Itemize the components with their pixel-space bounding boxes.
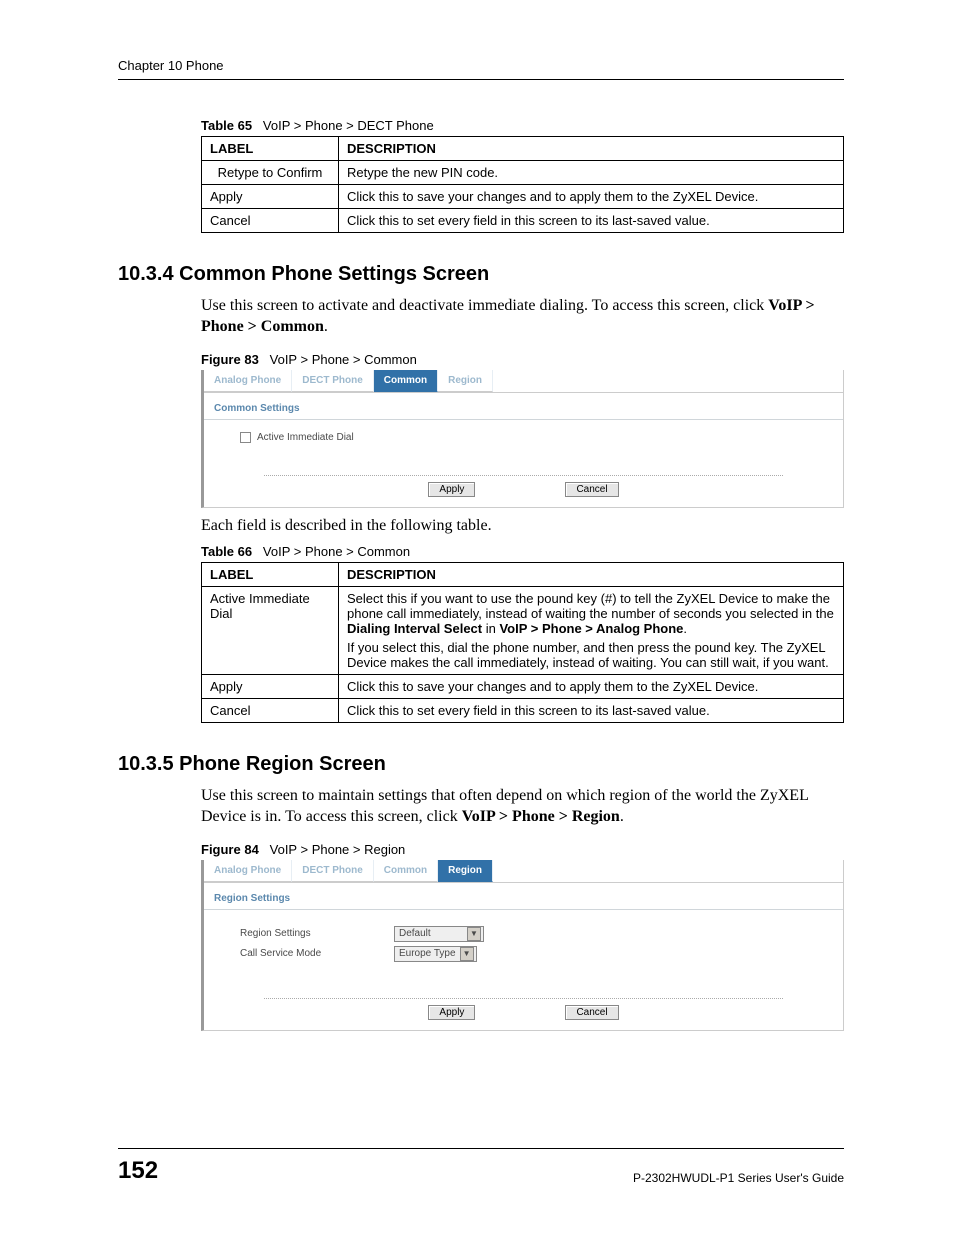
t66-r0-p1-post: . [683,621,687,636]
table66-r2-label: Cancel [202,699,339,723]
figure84-section-title: Region Settings [204,885,843,910]
call-service-mode-value: Europe Type [399,948,456,959]
table66-caption: Table 66 VoIP > Phone > Common [201,544,844,559]
t66-r0-p1-b1: Dialing Interval Select [347,621,482,636]
table-row: Active Immediate Dial Select this if you… [202,587,844,675]
figure83-buttons: Apply Cancel [204,482,843,507]
table65-caption-text: VoIP > Phone > DECT Phone [263,118,434,133]
table65-caption-label: Table 65 [201,118,252,133]
tab-region[interactable]: Region [438,370,493,392]
tab-common[interactable]: Common [374,860,438,882]
table66-head-label: LABEL [202,563,339,587]
tab-analog-phone[interactable]: Analog Phone [204,860,292,882]
intro-post-1035: . [620,808,624,825]
cancel-button[interactable]: Cancel [565,482,618,497]
table66-r1-label: Apply [202,675,339,699]
t66-r0-p1-mid: in [482,621,499,636]
table65-r0-desc: Retype the new PIN code. [339,161,844,185]
table66-r0-desc: Select this if you want to use the pound… [339,587,844,675]
figure84-caption: Figure 84 VoIP > Phone > Region [201,842,844,857]
intro-pre: Use this screen to activate and deactiva… [201,297,768,314]
figure84-buttons: Apply Cancel [204,1005,843,1030]
t66-r0-p1-b2: VoIP > Phone > Analog Phone [499,621,683,636]
table66-caption-label: Table 66 [201,544,252,559]
figure83-section-title: Common Settings [204,395,843,420]
section-1035-heading: 10.3.5 Phone Region Screen [118,753,844,776]
region-settings-value: Default [399,928,431,939]
active-immediate-dial-row: Active Immediate Dial [240,432,823,443]
figure84-caption-text: VoIP > Phone > Region [270,842,406,857]
tab-analog-phone[interactable]: Analog Phone [204,370,292,392]
figure83-tabs: Analog Phone DECT Phone Common Region [204,370,843,393]
call-service-mode-row: Call Service Mode Europe Type ▼ [240,946,823,962]
table65-head-desc: DESCRIPTION [339,137,844,161]
table65-caption: Table 65 VoIP > Phone > DECT Phone [201,118,844,133]
region-settings-row: Region Settings Default ▼ [240,926,823,942]
table66: LABEL DESCRIPTION Active Immediate Dial … [201,562,844,723]
apply-button[interactable]: Apply [428,1005,475,1020]
table66-r2-desc: Click this to set every field in this sc… [339,699,844,723]
active-immediate-dial-label: Active Immediate Dial [257,432,354,443]
table65-r2-label: Cancel [202,209,339,233]
table-row: Apply Click this to save your changes an… [202,675,844,699]
call-service-mode-select[interactable]: Europe Type ▼ [394,946,477,962]
section-1034-intro: Use this screen to activate and deactiva… [201,296,844,338]
table-row: Retype to Confirm Retype the new PIN cod… [202,161,844,185]
table65-r1-desc: Click this to save your changes and to a… [339,185,844,209]
page-footer: 152 P-2302HWUDL-P1 Series User's Guide [118,1148,844,1185]
table66-caption-text: VoIP > Phone > Common [263,544,410,559]
figure83-caption-text: VoIP > Phone > Common [270,352,417,367]
divider [264,998,783,999]
chapter-label: Chapter 10 Phone [118,58,224,73]
table-row: Cancel Click this to set every field in … [202,209,844,233]
tab-dect-phone[interactable]: DECT Phone [292,370,374,392]
active-immediate-dial-checkbox[interactable] [240,432,251,443]
intro-post: . [324,318,328,335]
region-settings-select[interactable]: Default ▼ [394,926,484,942]
table65: LABEL DESCRIPTION Retype to Confirm Rety… [201,136,844,233]
figure84-caption-label: Figure 84 [201,842,259,857]
figure83-ui: Analog Phone DECT Phone Common Region Co… [201,370,844,508]
table-row: Cancel Click this to set every field in … [202,699,844,723]
table66-r1-desc: Click this to save your changes and to a… [339,675,844,699]
chevron-down-icon: ▼ [467,927,481,941]
tab-common[interactable]: Common [374,370,438,392]
after-fig83-text: Each field is described in the following… [201,516,844,537]
cancel-button[interactable]: Cancel [565,1005,618,1020]
table65-r2-desc: Click this to set every field in this sc… [339,209,844,233]
figure83-caption-label: Figure 83 [201,352,259,367]
figure84-ui: Analog Phone DECT Phone Common Region Re… [201,860,844,1031]
page-number: 152 [118,1157,158,1185]
tab-dect-phone[interactable]: DECT Phone [292,860,374,882]
tab-region[interactable]: Region [438,860,493,882]
table65-r0-label: Retype to Confirm [202,161,339,185]
section-1034-heading: 10.3.4 Common Phone Settings Screen [118,263,844,286]
call-service-mode-label: Call Service Mode [240,948,394,959]
apply-button[interactable]: Apply [428,482,475,497]
table65-r1-label: Apply [202,185,339,209]
figure84-tabs: Analog Phone DECT Phone Common Region [204,860,843,883]
divider [264,475,783,476]
t66-r0-p1-pre: Select this if you want to use the pound… [347,591,834,621]
figure83-caption: Figure 83 VoIP > Phone > Common [201,352,844,367]
t66-r0-p2: If you select this, dial the phone numbe… [347,640,835,670]
section-1035-intro: Use this screen to maintain settings tha… [201,786,844,828]
table66-r0-label: Active Immediate Dial [202,587,339,675]
intro-bold-1035: VoIP > Phone > Region [462,808,620,825]
guide-title: P-2302HWUDL-P1 Series User's Guide [633,1171,844,1185]
chevron-down-icon: ▼ [460,947,474,961]
table66-head-desc: DESCRIPTION [339,563,844,587]
region-settings-label: Region Settings [240,928,394,939]
table65-head-label: LABEL [202,137,339,161]
table-row: Apply Click this to save your changes an… [202,185,844,209]
page-header: Chapter 10 Phone [118,58,844,80]
